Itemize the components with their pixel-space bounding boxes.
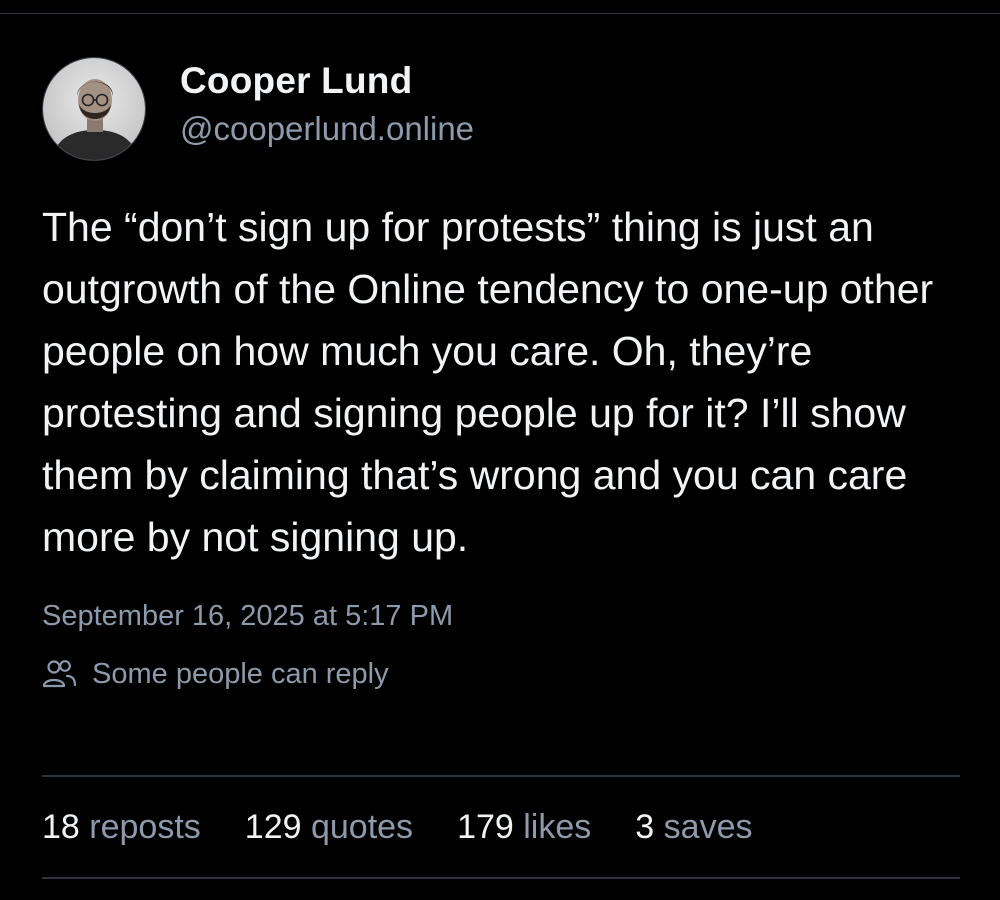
post-timestamp: September 16, 2025 at 5:17 PM <box>42 600 454 632</box>
likes-count: 179 <box>457 808 514 846</box>
people-icon <box>42 659 76 689</box>
post[interactable]: Cooper Lund @cooperlund.online The “don’… <box>42 56 960 692</box>
quotes-stat[interactable]: 129 quotes <box>245 805 413 849</box>
author-display-name[interactable]: Cooper Lund <box>180 59 474 103</box>
author-handle[interactable]: @cooperlund.online <box>180 107 474 151</box>
saves-count: 3 <box>635 808 655 846</box>
quotes-label: quotes <box>310 808 414 846</box>
saves-stat[interactable]: 3 saves <box>635 805 752 849</box>
saves-label: saves <box>663 808 753 846</box>
quotes-count: 129 <box>244 808 302 846</box>
reposts-label: reposts <box>89 808 201 846</box>
stats-top-divider <box>42 775 960 777</box>
post-stats: 18 reposts 129 quotes 179 likes 3 saves <box>42 805 796 849</box>
stats-bottom-divider <box>42 877 960 879</box>
author-names: Cooper Lund @cooperlund.online <box>180 59 474 151</box>
post-author[interactable]: Cooper Lund @cooperlund.online <box>42 56 960 162</box>
top-divider <box>0 13 1000 14</box>
likes-stat[interactable]: 179 likes <box>457 805 591 849</box>
reply-setting-label: Some people can reply <box>92 658 389 690</box>
reply-setting: Some people can reply <box>42 656 960 692</box>
post-text: The “don’t sign up for protests” thing i… <box>42 204 945 560</box>
reposts-stat[interactable]: 18 reposts <box>42 805 201 849</box>
avatar[interactable] <box>42 57 146 161</box>
user-avatar-photo-icon <box>43 58 145 160</box>
likes-label: likes <box>523 808 592 846</box>
reposts-count: 18 <box>42 808 80 846</box>
